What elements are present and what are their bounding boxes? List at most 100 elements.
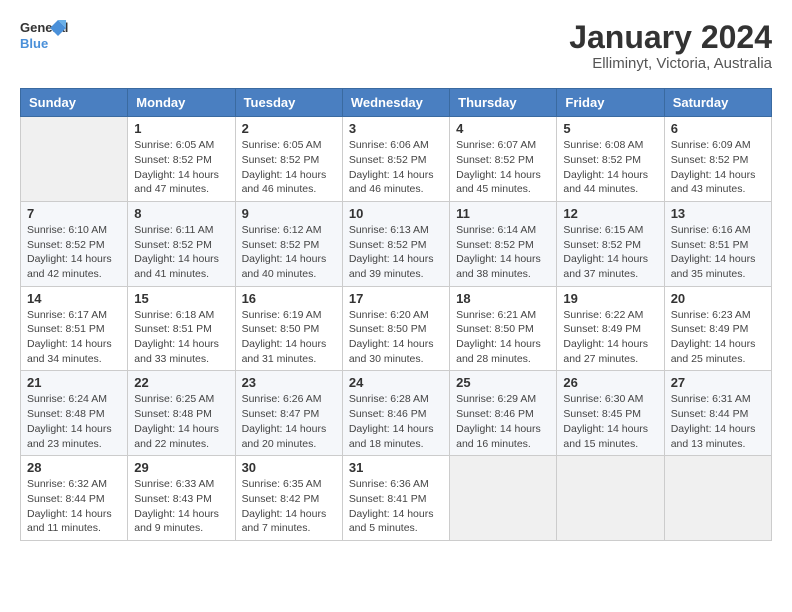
- day-number: 3: [349, 121, 443, 136]
- day-info: Sunrise: 6:32 AMSunset: 8:44 PMDaylight:…: [27, 477, 121, 536]
- calendar-cell: [21, 117, 128, 202]
- title-block: January 2024 Elliminyt, Victoria, Austra…: [569, 20, 772, 72]
- day-info: Sunrise: 6:24 AMSunset: 8:48 PMDaylight:…: [27, 392, 121, 451]
- calendar-cell: 13 Sunrise: 6:16 AMSunset: 8:51 PMDaylig…: [664, 201, 771, 286]
- day-info: Sunrise: 6:25 AMSunset: 8:48 PMDaylight:…: [134, 392, 228, 451]
- day-info: Sunrise: 6:20 AMSunset: 8:50 PMDaylight:…: [349, 308, 443, 367]
- day-number: 11: [456, 206, 550, 221]
- col-saturday: Saturday: [664, 89, 771, 117]
- calendar-cell: 30 Sunrise: 6:35 AMSunset: 8:42 PMDaylig…: [235, 456, 342, 541]
- calendar-cell: 27 Sunrise: 6:31 AMSunset: 8:44 PMDaylig…: [664, 371, 771, 456]
- day-info: Sunrise: 6:16 AMSunset: 8:51 PMDaylight:…: [671, 223, 765, 282]
- calendar-cell: 10 Sunrise: 6:13 AMSunset: 8:52 PMDaylig…: [342, 201, 449, 286]
- day-number: 19: [563, 291, 657, 306]
- logo: General Blue: [20, 20, 62, 56]
- day-number: 22: [134, 375, 228, 390]
- calendar-cell: 1 Sunrise: 6:05 AMSunset: 8:52 PMDayligh…: [128, 117, 235, 202]
- day-info: Sunrise: 6:19 AMSunset: 8:50 PMDaylight:…: [242, 308, 336, 367]
- day-number: 26: [563, 375, 657, 390]
- day-number: 2: [242, 121, 336, 136]
- day-info: Sunrise: 6:18 AMSunset: 8:51 PMDaylight:…: [134, 308, 228, 367]
- day-info: Sunrise: 6:23 AMSunset: 8:49 PMDaylight:…: [671, 308, 765, 367]
- page-header: General Blue January 2024 Elliminyt, Vic…: [20, 20, 772, 72]
- day-number: 5: [563, 121, 657, 136]
- calendar-cell: 2 Sunrise: 6:05 AMSunset: 8:52 PMDayligh…: [235, 117, 342, 202]
- calendar-cell: 4 Sunrise: 6:07 AMSunset: 8:52 PMDayligh…: [450, 117, 557, 202]
- page-subtitle: Elliminyt, Victoria, Australia: [569, 55, 772, 72]
- day-number: 27: [671, 375, 765, 390]
- day-info: Sunrise: 6:33 AMSunset: 8:43 PMDaylight:…: [134, 477, 228, 536]
- calendar-cell: 8 Sunrise: 6:11 AMSunset: 8:52 PMDayligh…: [128, 201, 235, 286]
- calendar-cell: 22 Sunrise: 6:25 AMSunset: 8:48 PMDaylig…: [128, 371, 235, 456]
- day-info: Sunrise: 6:09 AMSunset: 8:52 PMDaylight:…: [671, 138, 765, 197]
- calendar-cell: 25 Sunrise: 6:29 AMSunset: 8:46 PMDaylig…: [450, 371, 557, 456]
- calendar-header-row: Sunday Monday Tuesday Wednesday Thursday…: [21, 89, 772, 117]
- calendar-cell: 14 Sunrise: 6:17 AMSunset: 8:51 PMDaylig…: [21, 286, 128, 371]
- day-number: 29: [134, 460, 228, 475]
- day-number: 8: [134, 206, 228, 221]
- day-info: Sunrise: 6:15 AMSunset: 8:52 PMDaylight:…: [563, 223, 657, 282]
- day-info: Sunrise: 6:12 AMSunset: 8:52 PMDaylight:…: [242, 223, 336, 282]
- col-wednesday: Wednesday: [342, 89, 449, 117]
- day-number: 10: [349, 206, 443, 221]
- calendar-cell: 7 Sunrise: 6:10 AMSunset: 8:52 PMDayligh…: [21, 201, 128, 286]
- page-title: January 2024: [569, 20, 772, 55]
- day-number: 7: [27, 206, 121, 221]
- calendar-week-4: 21 Sunrise: 6:24 AMSunset: 8:48 PMDaylig…: [21, 371, 772, 456]
- day-number: 21: [27, 375, 121, 390]
- day-info: Sunrise: 6:30 AMSunset: 8:45 PMDaylight:…: [563, 392, 657, 451]
- calendar-table: Sunday Monday Tuesday Wednesday Thursday…: [20, 88, 772, 541]
- day-number: 23: [242, 375, 336, 390]
- col-tuesday: Tuesday: [235, 89, 342, 117]
- calendar-cell: 12 Sunrise: 6:15 AMSunset: 8:52 PMDaylig…: [557, 201, 664, 286]
- calendar-cell: 6 Sunrise: 6:09 AMSunset: 8:52 PMDayligh…: [664, 117, 771, 202]
- day-number: 14: [27, 291, 121, 306]
- calendar-cell: 29 Sunrise: 6:33 AMSunset: 8:43 PMDaylig…: [128, 456, 235, 541]
- day-number: 31: [349, 460, 443, 475]
- day-number: 9: [242, 206, 336, 221]
- calendar-week-1: 1 Sunrise: 6:05 AMSunset: 8:52 PMDayligh…: [21, 117, 772, 202]
- day-info: Sunrise: 6:31 AMSunset: 8:44 PMDaylight:…: [671, 392, 765, 451]
- day-info: Sunrise: 6:35 AMSunset: 8:42 PMDaylight:…: [242, 477, 336, 536]
- day-number: 6: [671, 121, 765, 136]
- calendar-week-3: 14 Sunrise: 6:17 AMSunset: 8:51 PMDaylig…: [21, 286, 772, 371]
- day-number: 20: [671, 291, 765, 306]
- col-monday: Monday: [128, 89, 235, 117]
- calendar-cell: 5 Sunrise: 6:08 AMSunset: 8:52 PMDayligh…: [557, 117, 664, 202]
- day-info: Sunrise: 6:14 AMSunset: 8:52 PMDaylight:…: [456, 223, 550, 282]
- day-number: 28: [27, 460, 121, 475]
- day-info: Sunrise: 6:06 AMSunset: 8:52 PMDaylight:…: [349, 138, 443, 197]
- day-info: Sunrise: 6:26 AMSunset: 8:47 PMDaylight:…: [242, 392, 336, 451]
- calendar-cell: 16 Sunrise: 6:19 AMSunset: 8:50 PMDaylig…: [235, 286, 342, 371]
- day-number: 12: [563, 206, 657, 221]
- calendar-cell: 17 Sunrise: 6:20 AMSunset: 8:50 PMDaylig…: [342, 286, 449, 371]
- calendar-cell: 11 Sunrise: 6:14 AMSunset: 8:52 PMDaylig…: [450, 201, 557, 286]
- calendar-cell: 31 Sunrise: 6:36 AMSunset: 8:41 PMDaylig…: [342, 456, 449, 541]
- day-number: 30: [242, 460, 336, 475]
- col-thursday: Thursday: [450, 89, 557, 117]
- day-number: 18: [456, 291, 550, 306]
- calendar-cell: 26 Sunrise: 6:30 AMSunset: 8:45 PMDaylig…: [557, 371, 664, 456]
- day-info: Sunrise: 6:11 AMSunset: 8:52 PMDaylight:…: [134, 223, 228, 282]
- calendar-cell: [664, 456, 771, 541]
- day-number: 1: [134, 121, 228, 136]
- col-friday: Friday: [557, 89, 664, 117]
- day-info: Sunrise: 6:28 AMSunset: 8:46 PMDaylight:…: [349, 392, 443, 451]
- calendar-cell: [557, 456, 664, 541]
- calendar-week-5: 28 Sunrise: 6:32 AMSunset: 8:44 PMDaylig…: [21, 456, 772, 541]
- calendar-cell: 28 Sunrise: 6:32 AMSunset: 8:44 PMDaylig…: [21, 456, 128, 541]
- day-info: Sunrise: 6:07 AMSunset: 8:52 PMDaylight:…: [456, 138, 550, 197]
- calendar-cell: 20 Sunrise: 6:23 AMSunset: 8:49 PMDaylig…: [664, 286, 771, 371]
- day-number: 13: [671, 206, 765, 221]
- calendar-cell: [450, 456, 557, 541]
- day-info: Sunrise: 6:10 AMSunset: 8:52 PMDaylight:…: [27, 223, 121, 282]
- calendar-week-2: 7 Sunrise: 6:10 AMSunset: 8:52 PMDayligh…: [21, 201, 772, 286]
- calendar-cell: 23 Sunrise: 6:26 AMSunset: 8:47 PMDaylig…: [235, 371, 342, 456]
- calendar-cell: 18 Sunrise: 6:21 AMSunset: 8:50 PMDaylig…: [450, 286, 557, 371]
- day-info: Sunrise: 6:05 AMSunset: 8:52 PMDaylight:…: [242, 138, 336, 197]
- calendar-cell: 19 Sunrise: 6:22 AMSunset: 8:49 PMDaylig…: [557, 286, 664, 371]
- calendar-cell: 15 Sunrise: 6:18 AMSunset: 8:51 PMDaylig…: [128, 286, 235, 371]
- day-info: Sunrise: 6:08 AMSunset: 8:52 PMDaylight:…: [563, 138, 657, 197]
- calendar-cell: 21 Sunrise: 6:24 AMSunset: 8:48 PMDaylig…: [21, 371, 128, 456]
- day-info: Sunrise: 6:36 AMSunset: 8:41 PMDaylight:…: [349, 477, 443, 536]
